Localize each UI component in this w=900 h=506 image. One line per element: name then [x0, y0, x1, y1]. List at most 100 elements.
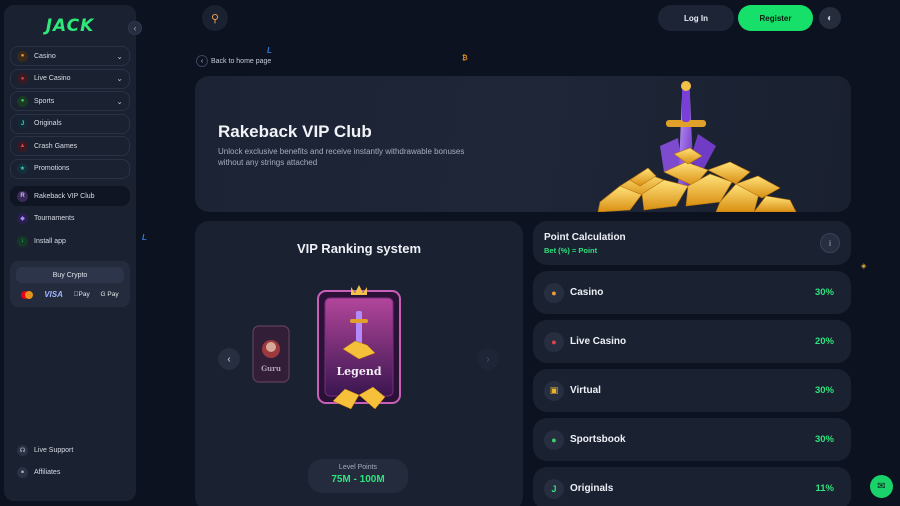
point-row-value: 30% [814, 287, 834, 298]
sidebar-item-install-app[interactable]: ↓ Install app [10, 231, 130, 251]
register-button[interactable]: Register [738, 5, 813, 31]
vip-ranking-card: VIP Ranking system ‹ › Guru Legend Level… [195, 221, 523, 506]
sword-gold-illustration [597, 81, 797, 212]
point-calculation-title: Point Calculation [544, 232, 626, 243]
point-row-label: Virtual [570, 385, 601, 396]
sportsbook-icon: ● [544, 429, 564, 450]
floating-coin-icon: ₿ [462, 55, 468, 62]
apple-pay-icon: Pay [74, 291, 90, 298]
virtual-icon: ▣ [544, 380, 564, 401]
crash-games-icon: ▲ [17, 140, 28, 152]
back-link-label: Back to home page [211, 57, 272, 65]
buy-crypto-panel: Buy Crypto VISA Pay G Pay [10, 261, 130, 307]
sidebar-item-label: Casino [34, 52, 56, 60]
google-pay-icon: G Pay [99, 291, 119, 298]
sidebar-item-crash-games[interactable]: ▲ Crash Games [10, 136, 130, 156]
chevron-down-icon: ⌄ [116, 74, 123, 83]
sidebar-item-live-support[interactable]: ☊ Live Support [10, 440, 130, 460]
sidebar-item-affiliates[interactable]: ⚭ Affiliates [10, 463, 130, 483]
guru-tier-card[interactable]: Guru [252, 325, 290, 383]
sidebar-item-label: Live Support [34, 446, 74, 454]
jack-logo[interactable]: JACK [10, 13, 130, 39]
visa-icon: VISA [44, 290, 63, 299]
originals-icon: J [17, 118, 28, 129]
chevron-down-icon: ⌄ [116, 51, 123, 61]
level-points-box: Level Points 75M - 100M [308, 459, 408, 493]
casino-icon: ● [544, 282, 564, 303]
language-selector[interactable]: ◐ [819, 7, 841, 29]
chat-icon: ✉ [877, 481, 886, 492]
casino-icon: ● [17, 50, 28, 62]
chevron-left-icon: ‹ [196, 55, 208, 67]
headset-icon: ☊ [17, 444, 28, 456]
point-row-sportsbook: ● Sportsbook 30% [533, 418, 851, 461]
sidebar-item-label: Live Casino [34, 75, 71, 82]
vip-hero-banner: Rakeback VIP Club Unlock exclusive benef… [195, 76, 851, 212]
promotions-icon: ★ [17, 163, 28, 174]
point-row-casino: ● Casino 30% [533, 271, 851, 314]
buy-crypto-button[interactable]: Buy Crypto [16, 267, 124, 283]
point-row-originals: J Originals 11% [533, 467, 851, 506]
sidebar-item-label: Crash Games [34, 142, 78, 150]
point-row-value: 30% [814, 434, 834, 445]
login-button[interactable]: Log In [658, 5, 734, 31]
point-row-value: 20% [814, 336, 834, 347]
chevron-right-icon: › [486, 353, 490, 365]
sidebar-item-label: Promotions [34, 165, 70, 172]
sidebar-item-label: Originals [34, 120, 62, 127]
sidebar-item-sports[interactable]: ● Sports ⌄ [10, 91, 130, 111]
affiliates-icon: ⚭ [17, 467, 28, 478]
legend-tier-card[interactable]: Legend [315, 283, 403, 413]
payment-methods: VISA Pay G Pay [16, 290, 124, 299]
sidebar-item-vip-club[interactable]: R Rakeback VIP Club [10, 186, 130, 206]
page-subtitle: Unlock exclusive benefits and receive in… [218, 147, 465, 167]
point-row-label: Originals [570, 483, 614, 494]
info-icon[interactable]: i [820, 233, 840, 253]
originals-icon: J [544, 478, 564, 499]
legend-tier-label: Legend [336, 365, 381, 378]
point-row-value: 11% [815, 483, 835, 494]
point-row-live-casino: ● Live Casino 20% [533, 320, 851, 363]
sidebar-item-live-casino[interactable]: ● Live Casino ⌄ [10, 68, 130, 89]
sidebar-item-label: Tournaments [34, 215, 75, 222]
floating-coin-icon: L [142, 233, 147, 242]
chevron-left-icon: ‹ [227, 353, 231, 365]
page-title: Rakeback VIP Club [218, 122, 372, 141]
search-button[interactable]: ⚲ [202, 5, 228, 31]
collapse-sidebar-button[interactable]: ‹ [128, 21, 142, 35]
level-points-value: 75M - 100M [331, 474, 385, 485]
vip-club-icon: R [17, 190, 28, 202]
sidebar-item-promotions[interactable]: ★ Promotions [10, 158, 130, 179]
back-to-home-link[interactable]: ‹ Back to home page [196, 55, 271, 67]
point-calculation-header: Point Calculation Bet (%) = Point i [533, 221, 851, 265]
globe-icon: ◐ [826, 12, 834, 24]
chevron-down-icon: ⌄ [116, 96, 123, 106]
floating-coin-icon: ◈ [861, 263, 867, 270]
point-row-label: Sportsbook [570, 434, 626, 445]
live-chat-button[interactable]: ✉ [870, 475, 893, 498]
point-row-value: 30% [814, 385, 834, 396]
previous-tier-button[interactable]: ‹ [218, 348, 240, 370]
sidebar-item-tournaments[interactable]: ◆ Tournaments [10, 209, 130, 229]
sidebar-item-label: Install app [34, 237, 66, 245]
install-app-icon: ↓ [17, 235, 28, 247]
sidebar-item-label: Affiliates [34, 469, 61, 476]
tournaments-icon: ◆ [17, 213, 28, 224]
point-calculation-formula: Bet (%) = Point [544, 246, 598, 255]
sidebar-item-label: Sports [34, 97, 55, 105]
search-icon: ⚲ [210, 12, 220, 25]
sidebar-item-originals[interactable]: J Originals [10, 113, 130, 134]
level-points-label: Level Points [338, 464, 378, 471]
floating-coin-icon: L [267, 46, 272, 55]
point-row-label: Live Casino [570, 336, 627, 347]
guru-tier-label: Guru [261, 364, 281, 373]
sidebar-item-label: Rakeback VIP Club [34, 192, 95, 200]
sidebar: JACK ‹ ● Casino ⌄ ● Live Casino ⌄ ● Spor… [4, 5, 142, 501]
vip-ranking-title: VIP Ranking system [296, 241, 422, 256]
next-tier-button[interactable]: › [477, 348, 499, 370]
sidebar-item-casino[interactable]: ● Casino ⌄ [10, 46, 130, 66]
point-row-virtual: ▣ Virtual 30% [533, 369, 851, 412]
sports-icon: ● [17, 95, 28, 107]
live-casino-icon: ● [544, 331, 564, 352]
mastercard-icon [21, 290, 34, 299]
